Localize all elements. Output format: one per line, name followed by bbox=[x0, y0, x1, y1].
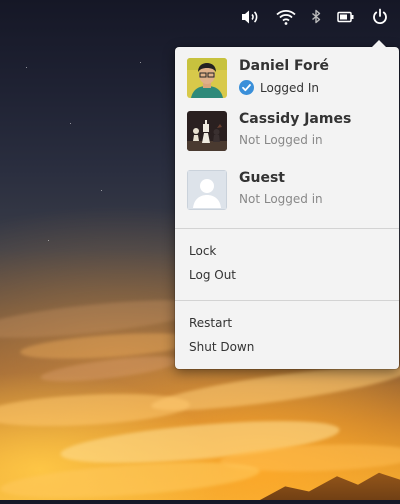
volume-icon[interactable] bbox=[240, 8, 260, 26]
shut-down-menu-item[interactable]: Shut Down bbox=[189, 340, 254, 354]
user-item-cassidy-james[interactable]: Cassidy James Not Logged in bbox=[187, 111, 387, 153]
top-panel bbox=[0, 0, 400, 34]
lock-menu-item[interactable]: Lock bbox=[189, 244, 216, 258]
user-status: Logged In bbox=[239, 80, 319, 95]
user-item-daniel-fore[interactable]: Daniel Foré Logged In bbox=[187, 58, 387, 100]
session-menu: Daniel Foré Logged In Cassidy James Not … bbox=[175, 40, 399, 369]
user-status: Not Logged in bbox=[239, 192, 323, 206]
log-out-menu-item[interactable]: Log Out bbox=[189, 268, 236, 282]
user-status-label: Logged In bbox=[260, 81, 320, 95]
wifi-icon[interactable] bbox=[276, 8, 296, 26]
avatar bbox=[187, 58, 227, 98]
bluetooth-icon[interactable] bbox=[306, 8, 326, 26]
avatar bbox=[187, 111, 227, 151]
avatar bbox=[187, 170, 227, 210]
checkmark-icon bbox=[239, 80, 254, 95]
menu-arrow bbox=[372, 40, 386, 47]
user-name: Cassidy James bbox=[239, 111, 352, 127]
restart-menu-item[interactable]: Restart bbox=[189, 316, 232, 330]
user-item-guest[interactable]: Guest Not Logged in bbox=[187, 170, 387, 212]
menu-separator bbox=[175, 228, 399, 229]
user-status: Not Logged in bbox=[239, 133, 323, 147]
user-name: Guest bbox=[239, 170, 285, 186]
battery-icon[interactable] bbox=[336, 8, 356, 26]
power-icon[interactable] bbox=[370, 8, 390, 26]
menu-separator bbox=[175, 300, 399, 301]
user-name: Daniel Foré bbox=[239, 58, 330, 74]
